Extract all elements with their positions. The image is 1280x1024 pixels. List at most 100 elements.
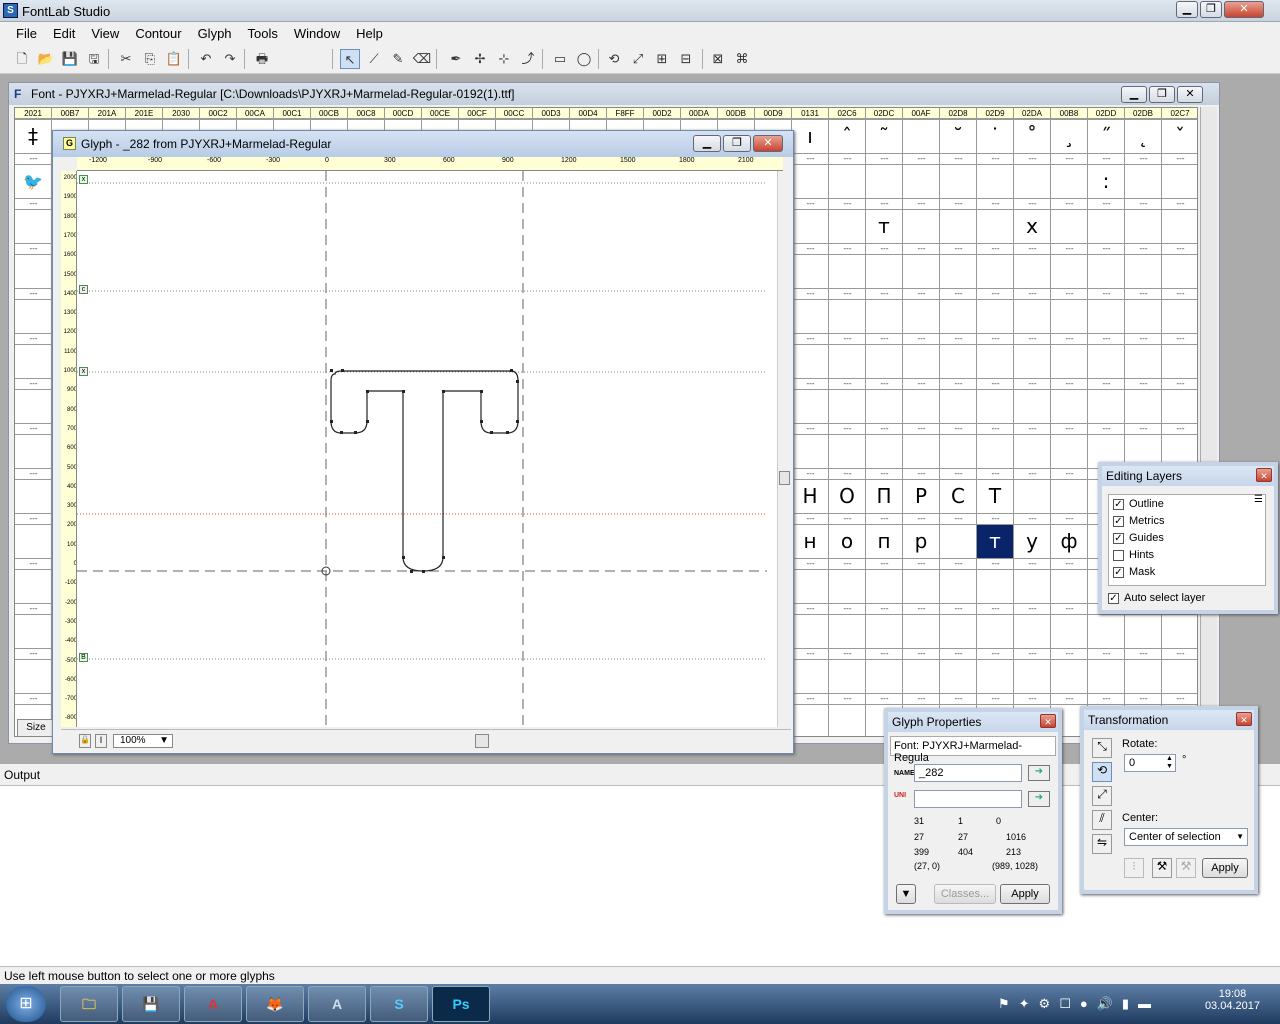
font-close-button[interactable]: ✕ bbox=[1177, 86, 1203, 103]
acrobat-taskbar-icon[interactable]: A bbox=[184, 986, 242, 1022]
glyph-cell-cyr-lower[interactable]: у bbox=[1014, 525, 1050, 558]
font-vertical-scrollbar[interactable] bbox=[1200, 107, 1217, 737]
unicode-apply-arrow-icon[interactable]: ➜ bbox=[1028, 791, 1050, 807]
layer-checkbox[interactable] bbox=[1113, 549, 1124, 561]
glyph-cell-cyr-lower[interactable]: о bbox=[829, 525, 865, 558]
open-folder-icon[interactable]: 📂 bbox=[36, 49, 56, 69]
layer-row-outline[interactable]: ✓ Outline bbox=[1109, 495, 1265, 512]
cursor-mode-icon[interactable]: I bbox=[95, 734, 107, 748]
scale-transform-icon[interactable]: ⤢ bbox=[1092, 786, 1112, 806]
rectangle-tool-icon[interactable]: ▭ bbox=[550, 49, 570, 69]
zoom-select[interactable]: 100% ▼ bbox=[113, 734, 173, 748]
layer-checkbox[interactable]: ✓ bbox=[1113, 498, 1124, 510]
glyph-outline-svg[interactable] bbox=[77, 171, 777, 727]
size-button[interactable]: Size bbox=[17, 719, 55, 737]
photoshop-taskbar-icon[interactable]: Ps bbox=[432, 986, 490, 1022]
glyph-properties-close-button[interactable]: ✕ bbox=[1040, 714, 1056, 728]
metrics-tool-icon[interactable]: ⊠ bbox=[708, 49, 728, 69]
layer-checkbox[interactable]: ✓ bbox=[1113, 515, 1124, 527]
center-select[interactable]: Center of selection ▼ bbox=[1124, 828, 1248, 846]
print-icon[interactable]: 🖶 bbox=[252, 49, 272, 69]
save-icon[interactable]: 💾 bbox=[60, 49, 80, 69]
layer-menu-icon[interactable]: ☰ bbox=[1254, 494, 1263, 505]
glyph-cell-cyr-upper[interactable]: Т bbox=[977, 480, 1013, 513]
hammer-disabled-icon[interactable]: ⚒ bbox=[1176, 858, 1196, 878]
glyph-cell-accent[interactable]: ˙ bbox=[977, 120, 1013, 153]
name-apply-arrow-icon[interactable]: ➜ bbox=[1028, 765, 1050, 781]
glyph-cell-accent[interactable]: ˝ bbox=[1088, 120, 1124, 153]
glyph-cell-accent[interactable]: ˛ bbox=[1125, 120, 1161, 153]
restore-button[interactable]: ❐ bbox=[1200, 1, 1222, 18]
expand-button[interactable]: ▼ bbox=[896, 884, 916, 904]
glyph-name-field[interactable]: _282 bbox=[914, 764, 1022, 782]
editing-layers-close-button[interactable]: ✕ bbox=[1256, 468, 1272, 482]
rotate-tool-icon[interactable]: ⟲ bbox=[604, 49, 624, 69]
lock-icon[interactable]: 🔒 bbox=[79, 734, 91, 748]
glyph-cell-accent[interactable]: ˚ bbox=[1014, 120, 1050, 153]
glyph-cell-selected[interactable]: т bbox=[977, 525, 1013, 558]
glyph-hscroll-thumb[interactable] bbox=[475, 734, 489, 748]
explorer-taskbar-icon[interactable]: 🗀 bbox=[60, 986, 118, 1022]
clock[interactable]: 19:08 03.04.2017 bbox=[1205, 988, 1260, 1012]
menu-file[interactable]: File bbox=[8, 26, 45, 41]
start-button[interactable]: ⊞ bbox=[6, 986, 46, 1022]
menu-contour[interactable]: Contour bbox=[127, 26, 189, 41]
glyph-cell-accent[interactable]: ˆ bbox=[829, 120, 865, 153]
pen-tool-icon[interactable]: ✒ bbox=[446, 49, 466, 69]
glyph-vertical-scrollbar[interactable] bbox=[777, 171, 791, 727]
mirror-transform-icon[interactable]: ⇋ bbox=[1092, 834, 1112, 854]
node-tool-icon[interactable]: ⊹ bbox=[494, 49, 514, 69]
guide-marker-caps[interactable]: c bbox=[79, 285, 88, 294]
layer-checkbox[interactable]: ✓ bbox=[1113, 532, 1124, 544]
glyph-restore-button[interactable]: ❐ bbox=[723, 135, 751, 152]
copy-icon[interactable]: ⎘ bbox=[140, 49, 160, 69]
glyph-cell-cyr-upper[interactable]: Н bbox=[792, 480, 828, 513]
glyph-cell-cyr-upper[interactable]: С bbox=[940, 480, 976, 513]
glyph-cell-cyr-upper[interactable]: О bbox=[829, 480, 865, 513]
glyph-cell-cyr-upper[interactable]: Р bbox=[903, 480, 939, 513]
curve-tool-icon[interactable]: ⤴ bbox=[518, 49, 538, 69]
guide-marker-xheight[interactable]: x bbox=[79, 367, 88, 376]
transform-tool-icon[interactable]: ⌘ bbox=[732, 49, 752, 69]
menu-view[interactable]: View bbox=[83, 26, 127, 41]
copy-transform-icon[interactable]: ⁝ bbox=[1124, 858, 1144, 878]
scale-tool-icon[interactable]: ⤢ bbox=[628, 49, 648, 69]
paste-icon[interactable]: 📋 bbox=[164, 49, 184, 69]
menu-help[interactable]: Help bbox=[348, 26, 391, 41]
glyph-cell-cyr-upper[interactable]: П bbox=[866, 480, 902, 513]
firefox-taskbar-icon[interactable]: 🦊 bbox=[246, 986, 304, 1022]
bird-glyph-icon[interactable]: 🐦 bbox=[15, 165, 51, 198]
pencil-tool-icon[interactable]: ✎ bbox=[388, 49, 408, 69]
grid-tool-icon[interactable]: ⊞ bbox=[652, 49, 672, 69]
slant-transform-icon[interactable]: ⫽ bbox=[1092, 810, 1112, 830]
glyph-cell-cyr-lower[interactable]: ф bbox=[1051, 525, 1087, 558]
glyph-canvas[interactable]: x c x B bbox=[77, 171, 777, 727]
glyph-cell-te[interactable]: т bbox=[866, 210, 902, 243]
fontlab-studio-taskbar-icon[interactable]: S bbox=[370, 986, 428, 1022]
new-file-icon[interactable]: 🗋 bbox=[12, 49, 32, 69]
menu-edit[interactable]: Edit bbox=[45, 26, 83, 41]
glyph-cell-accent[interactable]: ˇ bbox=[1162, 120, 1197, 153]
transformation-apply-button[interactable]: Apply bbox=[1202, 858, 1248, 878]
font-minimize-button[interactable]: ▁ bbox=[1121, 86, 1147, 103]
minimize-button[interactable]: ▁ bbox=[1176, 1, 1198, 18]
align-tool-icon[interactable]: ⊟ bbox=[676, 49, 696, 69]
guide-marker-descender[interactable]: B bbox=[79, 653, 88, 662]
ellipse-tool-icon[interactable]: ◯ bbox=[574, 49, 594, 69]
glyph-cell-ha[interactable]: х bbox=[1014, 210, 1050, 243]
rotate-spinner[interactable]: ▲ ▼ bbox=[1164, 755, 1175, 771]
unicode-field[interactable] bbox=[914, 790, 1022, 808]
pointer-tool-icon[interactable]: ↖ bbox=[340, 49, 360, 69]
glyph-cell-accent[interactable]: ¸ bbox=[1051, 120, 1087, 153]
close-button[interactable]: ✕ bbox=[1224, 1, 1264, 18]
bezier-tool-icon[interactable]: ✢ bbox=[470, 49, 490, 69]
glyph-cell-daggerdbl[interactable]: ‡ bbox=[15, 120, 51, 153]
glyph-cell-accent[interactable]: ı bbox=[792, 120, 828, 153]
layer-row-guides[interactable]: ✓ Guides bbox=[1109, 529, 1265, 546]
guide-marker-ascender[interactable]: x bbox=[79, 175, 88, 184]
glyph-cell-cyr-lower[interactable]: п bbox=[866, 525, 902, 558]
floppy-taskbar-icon[interactable]: 💾 bbox=[122, 986, 180, 1022]
glyph-cell-colon[interactable]: : bbox=[1088, 165, 1124, 198]
glyph-properties-apply-button[interactable]: Apply bbox=[1000, 884, 1050, 904]
save-all-icon[interactable]: 🖫 bbox=[84, 49, 104, 69]
